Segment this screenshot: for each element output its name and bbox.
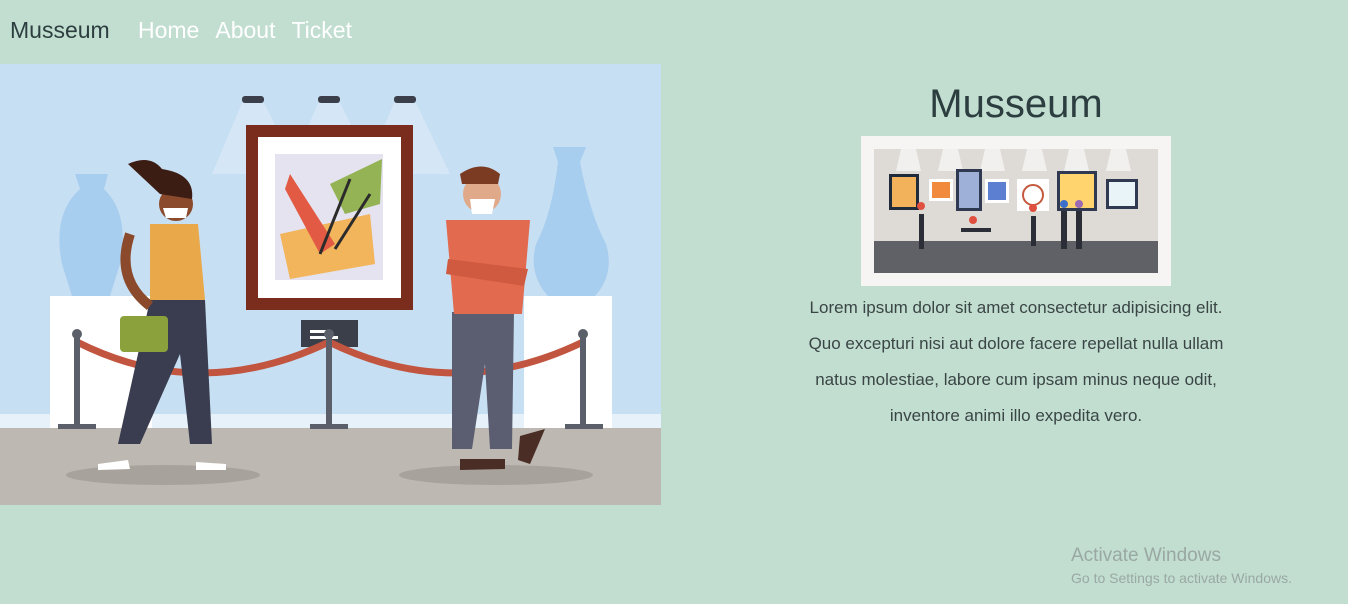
- nav-link-ticket[interactable]: Ticket: [291, 17, 352, 44]
- nav-link-home[interactable]: Home: [138, 17, 199, 44]
- nav-links: Home About Ticket: [138, 17, 352, 44]
- nav-link-about[interactable]: About: [215, 17, 275, 44]
- hero-illustration: [0, 64, 661, 505]
- watermark-title: Activate Windows: [1071, 545, 1221, 566]
- brand-logo[interactable]: Musseum: [10, 17, 110, 44]
- watermark-subtitle: Go to Settings to activate Windows.: [1071, 570, 1292, 586]
- gallery-image: [861, 136, 1171, 286]
- section-description: Lorem ipsum dolor sit amet consectetur a…: [808, 298, 1224, 425]
- top-navbar: Musseum Home About Ticket: [0, 0, 1348, 62]
- activate-windows-watermark: Activate Windows Go to Settings to activ…: [1071, 545, 1292, 586]
- section-title: Musseum: [929, 82, 1103, 126]
- bottom-scrollbar[interactable]: [0, 604, 1348, 608]
- intro-section: Musseum Lorem ipsum dolor sit amet conse…: [781, 80, 1251, 425]
